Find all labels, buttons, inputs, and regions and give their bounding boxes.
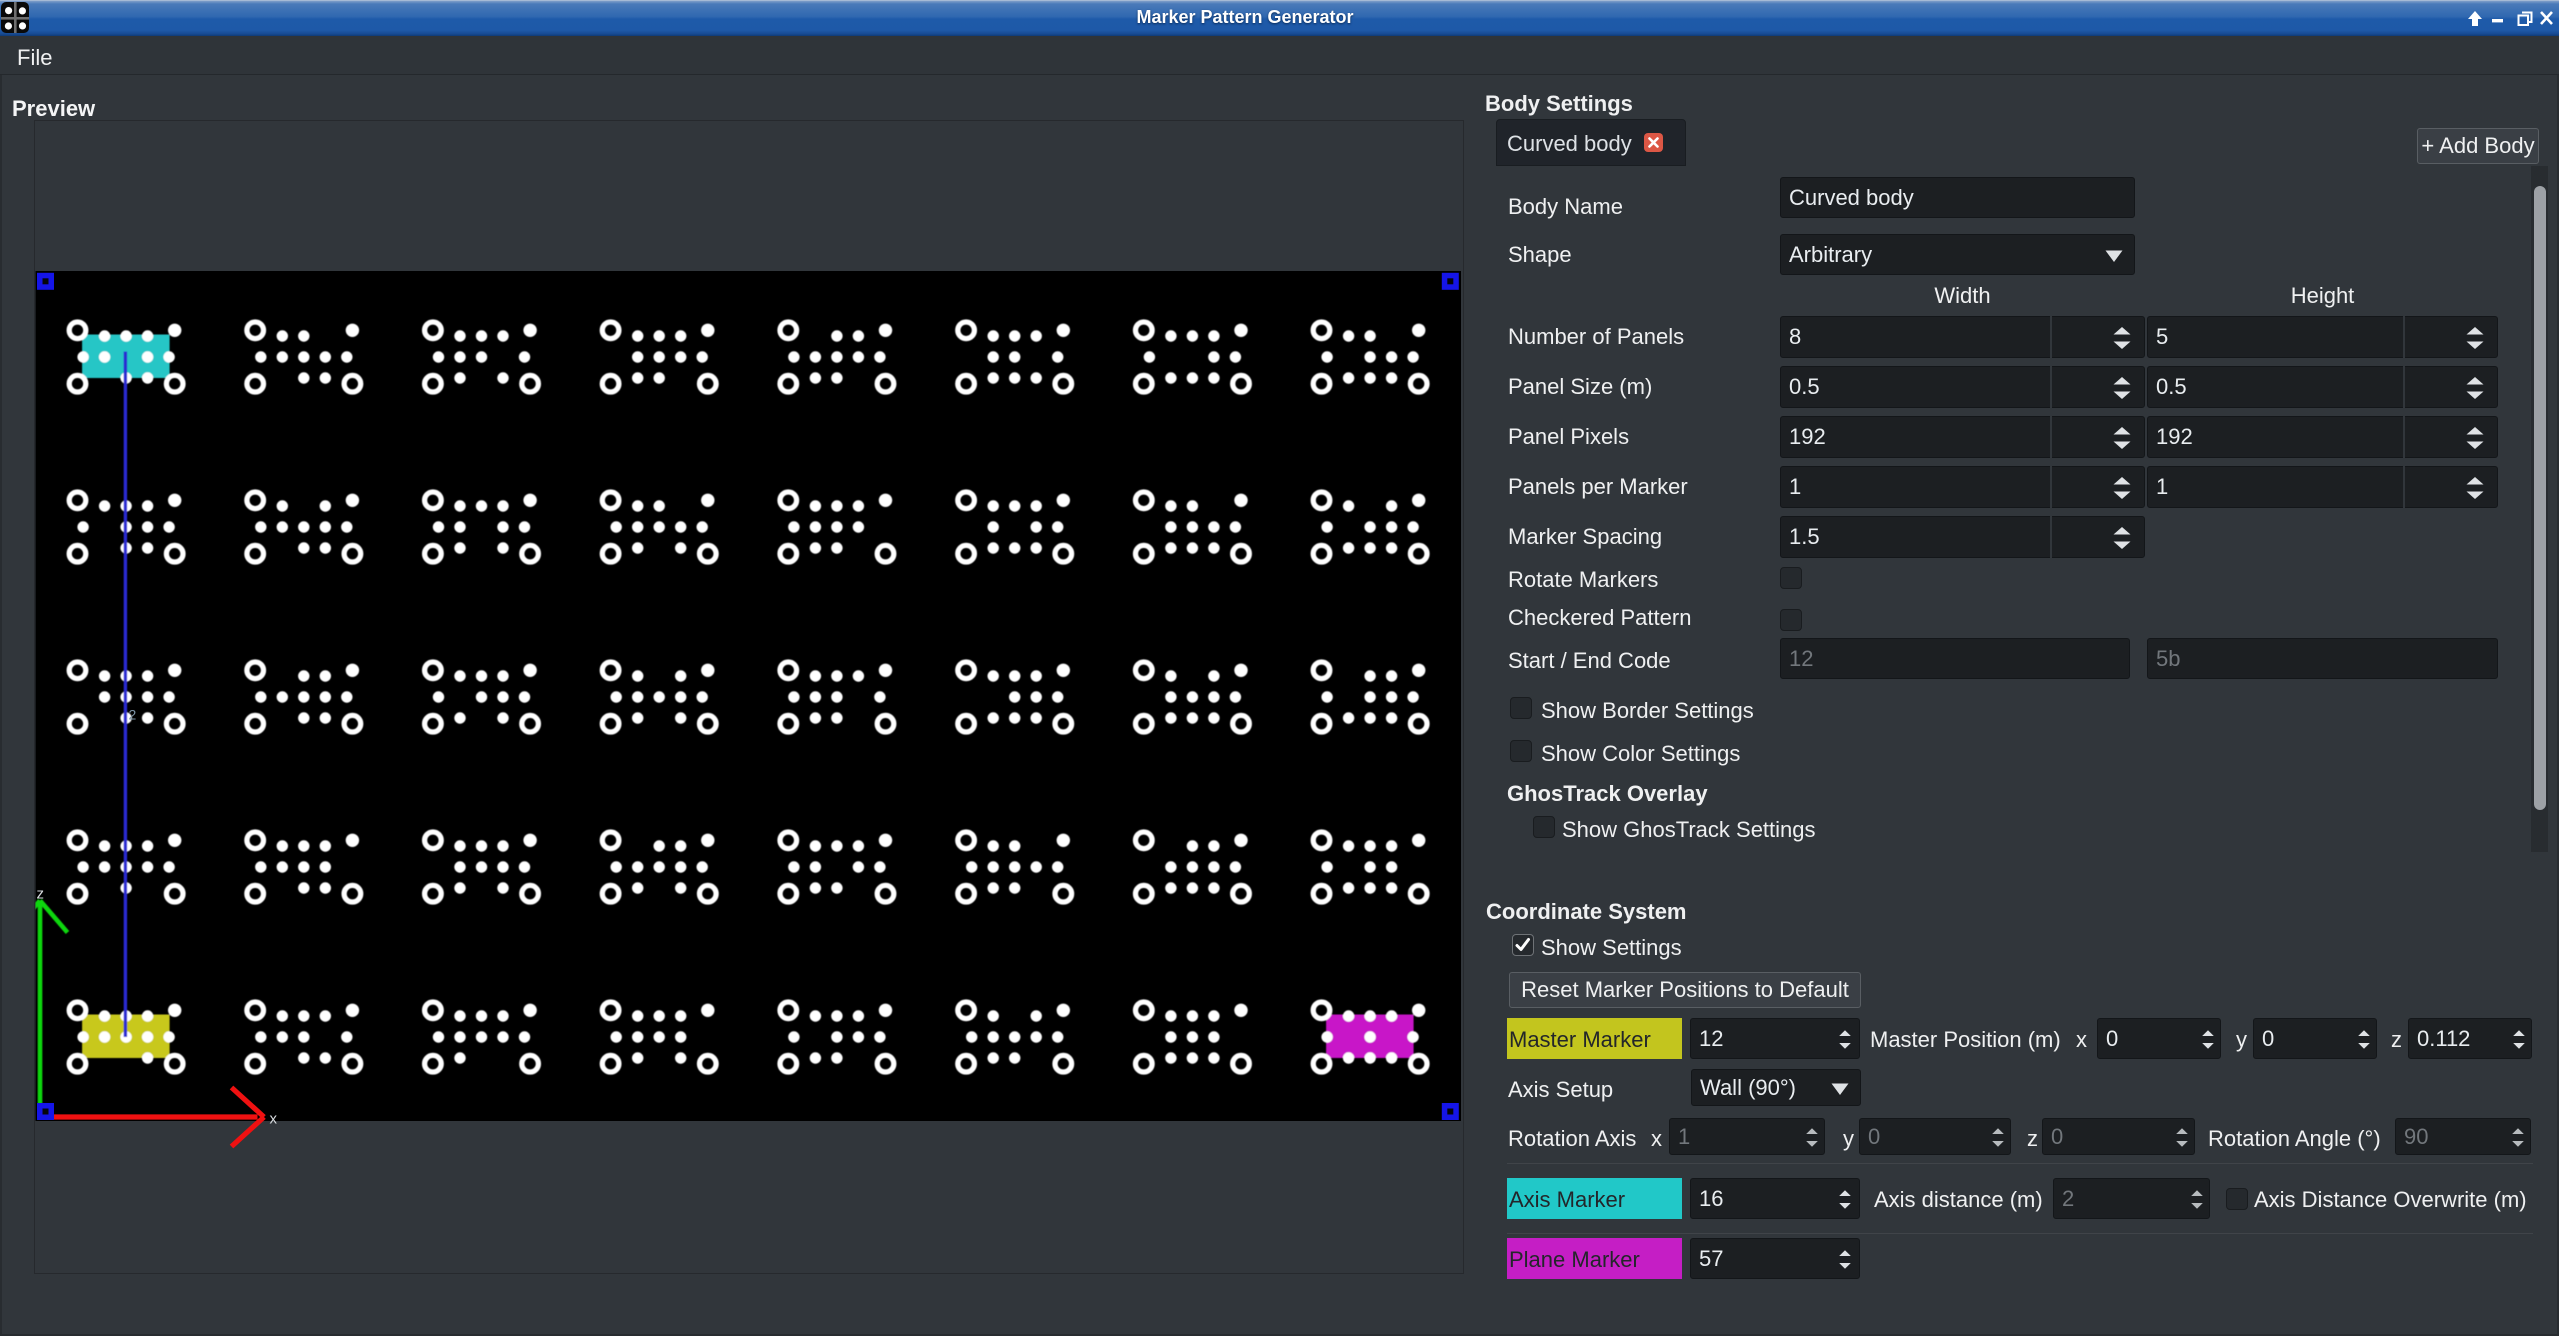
svg-text:x: x [270,1111,278,1128]
svg-text:z: z [37,886,45,903]
svg-text:2: 2 [129,707,137,723]
